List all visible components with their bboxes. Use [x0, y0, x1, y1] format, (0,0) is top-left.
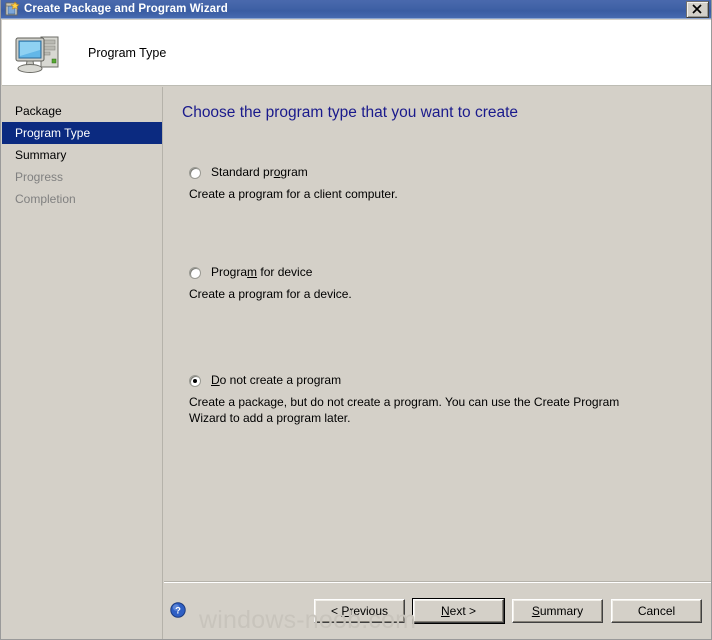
radio-standard-program[interactable] — [189, 167, 201, 179]
radio-row-standard-program[interactable]: Standard program — [189, 165, 689, 179]
option-description-program-for-device: Create a program for a device. — [189, 287, 352, 301]
sidebar-item-program-type[interactable]: Program Type — [2, 122, 162, 144]
svg-text:?: ? — [175, 606, 181, 617]
previous-button[interactable]: < Previous — [314, 599, 405, 623]
sidebar-item-package[interactable]: Package — [2, 100, 162, 122]
wizard-header: Program Type — [2, 20, 711, 86]
option-description-standard-program: Create a program for a client computer. — [189, 187, 398, 201]
sidebar-item-summary[interactable]: Summary — [2, 144, 162, 166]
cancel-button[interactable]: Cancel — [611, 599, 702, 623]
close-icon[interactable] — [686, 0, 709, 18]
sidebar-item-progress: Progress — [15, 170, 64, 184]
option-description-do-not-create-a-program: Create a package, but do not create a pr… — [189, 395, 620, 425]
radio-program-for-device[interactable] — [189, 267, 201, 279]
radio-row-do-not-create-a-program[interactable]: Do not create a program — [189, 373, 689, 387]
program-type-radio-group: Standard program Create a program for a … — [189, 165, 689, 426]
radio-label-standard-program: Standard program — [211, 165, 308, 179]
option-program-for-device[interactable]: Program for device Create a program for … — [189, 265, 689, 302]
page-title: Choose the program type that you want to… — [182, 104, 519, 121]
wizard-step-sidebar: Package Program Type Summary Progress Co… — [2, 87, 163, 639]
radio-label-program-for-device: Program for device — [211, 265, 313, 279]
computer-icon — [12, 29, 66, 77]
radio-label-do-not-create-a-program: Do not create a program — [211, 373, 342, 387]
footer-button-bar: < Previous Next > Summary Cancel — [314, 598, 702, 624]
option-do-not-create-a-program[interactable]: Do not create a program Create a package… — [189, 373, 689, 426]
radio-do-not-create-a-program[interactable] — [189, 375, 201, 387]
title-bar: Create Package and Program Wizard — [1, 0, 711, 19]
package-star-icon — [4, 1, 20, 17]
option-standard-program[interactable]: Standard program Create a program for a … — [189, 165, 689, 202]
next-button[interactable]: Next > — [412, 598, 505, 624]
header-title: Program Type — [88, 45, 167, 60]
wizard-footer: ? < Previous Next > Summary Cancel — [164, 583, 711, 639]
wizard-content: Choose the program type that you want to… — [164, 87, 711, 581]
radio-row-program-for-device[interactable]: Program for device — [189, 265, 689, 279]
wizard-window: Create Package and Program Wizard Progra… — [0, 0, 712, 640]
window-title: Create Package and Program Wizard — [24, 3, 228, 15]
summary-button[interactable]: Summary — [512, 599, 603, 623]
help-question-icon[interactable]: ? — [170, 602, 186, 618]
sidebar-item-completion: Completion — [15, 192, 76, 206]
